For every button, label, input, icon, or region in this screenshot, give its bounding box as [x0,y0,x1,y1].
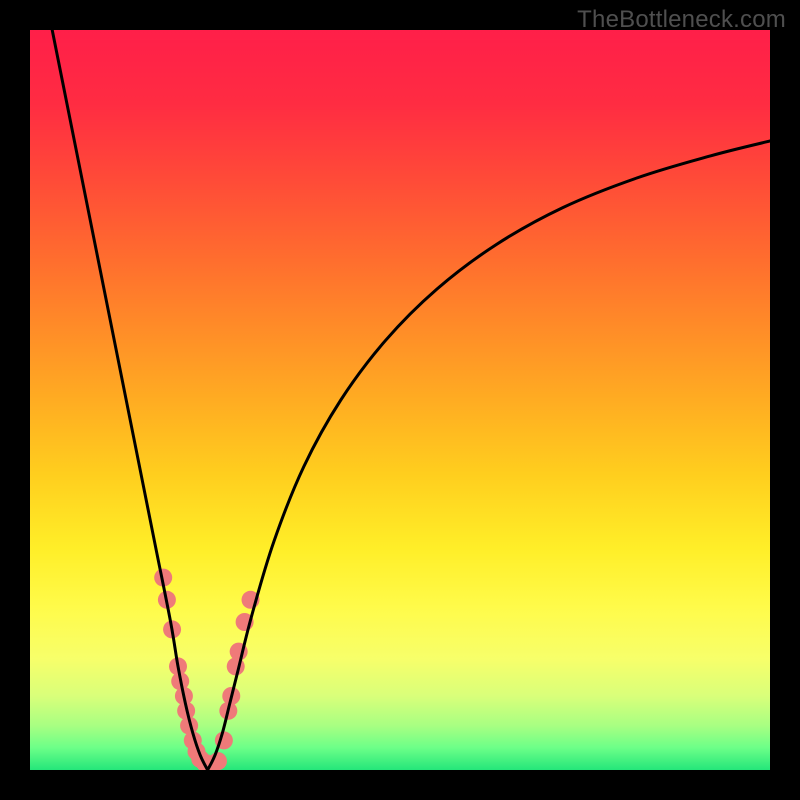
plot-area [30,30,770,770]
marker-cluster [154,569,259,770]
curves-layer [30,30,770,770]
watermark-text: TheBottleneck.com [577,6,786,34]
right-curve [208,141,770,770]
left-curve [52,30,207,770]
chart-frame: TheBottleneck.com [0,0,800,800]
